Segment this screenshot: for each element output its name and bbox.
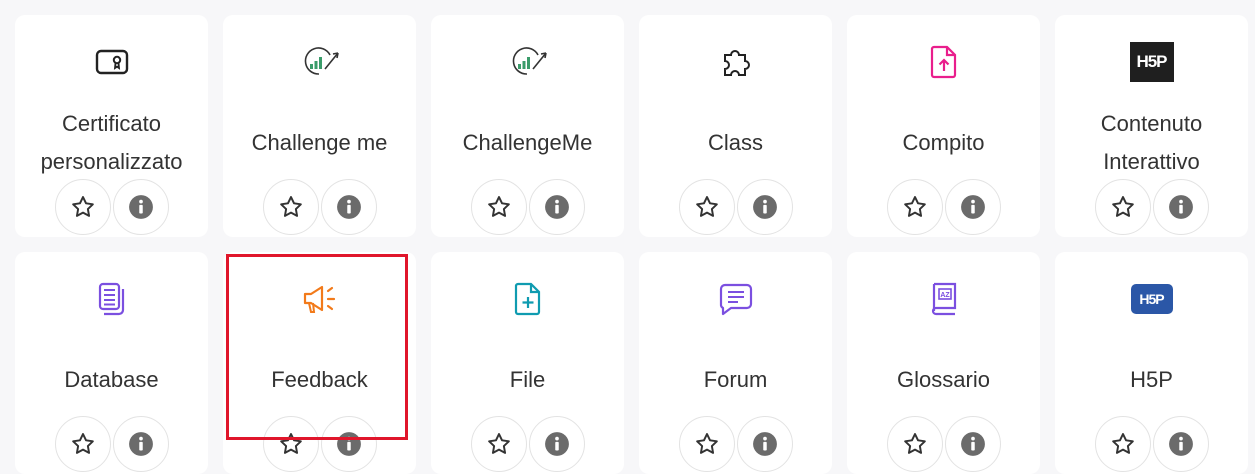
module-tile-glossario[interactable]: AZ Glossario bbox=[847, 252, 1040, 474]
info-circle-icon bbox=[1168, 432, 1193, 456]
module-name: Contenuto Interattivo bbox=[1100, 111, 1203, 174]
star-button[interactable] bbox=[678, 416, 735, 472]
info-button[interactable] bbox=[320, 416, 377, 472]
star-button[interactable] bbox=[262, 416, 319, 472]
info-button[interactable] bbox=[112, 416, 169, 472]
module-actions bbox=[15, 179, 208, 235]
module-name: File bbox=[509, 367, 546, 392]
info-circle-icon bbox=[544, 195, 569, 219]
star-outline-icon bbox=[487, 196, 510, 217]
module-tile-database[interactable]: Database bbox=[15, 252, 208, 474]
star-outline-icon bbox=[279, 196, 302, 217]
module-name: Certificato personalizzato bbox=[40, 111, 183, 174]
module-tile-challenge-me[interactable]: Challenge me bbox=[223, 15, 416, 237]
module-tile-feedback[interactable]: Feedback bbox=[223, 252, 416, 474]
module-name: ChallengeMe bbox=[462, 130, 593, 155]
star-button[interactable] bbox=[886, 179, 943, 235]
star-button[interactable] bbox=[886, 416, 943, 472]
star-button[interactable] bbox=[470, 416, 527, 472]
chat-icon bbox=[706, 274, 766, 324]
info-circle-icon bbox=[752, 195, 777, 219]
info-button[interactable] bbox=[736, 179, 793, 235]
star-button[interactable] bbox=[54, 179, 111, 235]
info-button[interactable] bbox=[320, 179, 377, 235]
star-outline-icon bbox=[279, 433, 302, 454]
module-name: Feedback bbox=[271, 367, 368, 392]
info-button[interactable] bbox=[528, 179, 585, 235]
activity-chooser-grid: Certificato personalizzato Challenge me C… bbox=[15, 15, 1248, 474]
file-upload-icon bbox=[914, 37, 974, 87]
star-button[interactable] bbox=[470, 179, 527, 235]
info-circle-icon bbox=[336, 195, 361, 219]
star-outline-icon bbox=[71, 433, 94, 454]
info-button[interactable] bbox=[944, 179, 1001, 235]
h5p-logo-icon: H5P bbox=[1129, 42, 1174, 82]
challenge-chart-icon bbox=[290, 37, 350, 87]
puzzle-icon bbox=[706, 37, 766, 87]
module-actions bbox=[431, 179, 624, 235]
star-button[interactable] bbox=[1094, 179, 1151, 235]
module-actions bbox=[223, 179, 416, 235]
module-tile-compito[interactable]: Compito bbox=[847, 15, 1040, 237]
file-add-icon bbox=[498, 274, 558, 324]
info-circle-icon bbox=[128, 195, 153, 219]
module-name: Glossario bbox=[897, 367, 990, 392]
star-button[interactable] bbox=[1094, 416, 1151, 472]
info-circle-icon bbox=[960, 432, 985, 456]
glossary-book-icon: AZ bbox=[914, 274, 974, 324]
module-actions bbox=[15, 416, 208, 472]
info-circle-icon bbox=[544, 432, 569, 456]
star-outline-icon bbox=[1111, 433, 1134, 454]
svg-text:AZ: AZ bbox=[940, 292, 950, 299]
info-button[interactable] bbox=[528, 416, 585, 472]
module-actions bbox=[223, 416, 416, 472]
challenge-chart-icon bbox=[498, 37, 558, 87]
star-outline-icon bbox=[903, 433, 926, 454]
database-icon bbox=[82, 274, 142, 324]
star-outline-icon bbox=[903, 196, 926, 217]
info-button[interactable] bbox=[1152, 179, 1209, 235]
info-button[interactable] bbox=[1152, 416, 1209, 472]
star-outline-icon bbox=[695, 196, 718, 217]
info-circle-icon bbox=[1168, 195, 1193, 219]
star-button[interactable] bbox=[54, 416, 111, 472]
module-actions bbox=[639, 179, 832, 235]
info-button[interactable] bbox=[112, 179, 169, 235]
module-actions bbox=[1055, 179, 1248, 235]
module-name: Compito bbox=[902, 130, 985, 155]
star-outline-icon bbox=[487, 433, 510, 454]
module-tile-contenuto-interattivo[interactable]: H5P Contenuto Interattivo bbox=[1055, 15, 1248, 237]
info-circle-icon bbox=[336, 432, 361, 456]
module-tile-forum[interactable]: Forum bbox=[639, 252, 832, 474]
star-outline-icon bbox=[1111, 196, 1134, 217]
star-outline-icon bbox=[71, 196, 94, 217]
star-button[interactable] bbox=[262, 179, 319, 235]
module-actions bbox=[1055, 416, 1248, 472]
module-actions bbox=[639, 416, 832, 472]
module-name: Forum bbox=[703, 367, 768, 392]
module-actions bbox=[847, 179, 1040, 235]
module-tile-class[interactable]: Class bbox=[639, 15, 832, 237]
star-button[interactable] bbox=[678, 179, 735, 235]
h5p-badge-icon: H5P bbox=[1130, 284, 1173, 314]
module-name: H5P bbox=[1130, 367, 1173, 392]
info-circle-icon bbox=[960, 195, 985, 219]
info-button[interactable] bbox=[944, 416, 1001, 472]
megaphone-icon bbox=[290, 274, 350, 324]
module-name: Database bbox=[64, 367, 159, 392]
module-tile-certificato-personalizzato[interactable]: Certificato personalizzato bbox=[15, 15, 208, 237]
module-actions bbox=[431, 416, 624, 472]
module-tile-file[interactable]: File bbox=[431, 252, 624, 474]
info-button[interactable] bbox=[736, 416, 793, 472]
module-actions bbox=[847, 416, 1040, 472]
certificate-icon bbox=[82, 37, 142, 87]
info-circle-icon bbox=[128, 432, 153, 456]
module-tile-h5p[interactable]: H5P H5P bbox=[1055, 252, 1248, 474]
star-outline-icon bbox=[695, 433, 718, 454]
info-circle-icon bbox=[752, 432, 777, 456]
module-tile-challengeme[interactable]: ChallengeMe bbox=[431, 15, 624, 237]
module-name: Class bbox=[707, 130, 763, 155]
module-name: Challenge me bbox=[251, 130, 388, 155]
